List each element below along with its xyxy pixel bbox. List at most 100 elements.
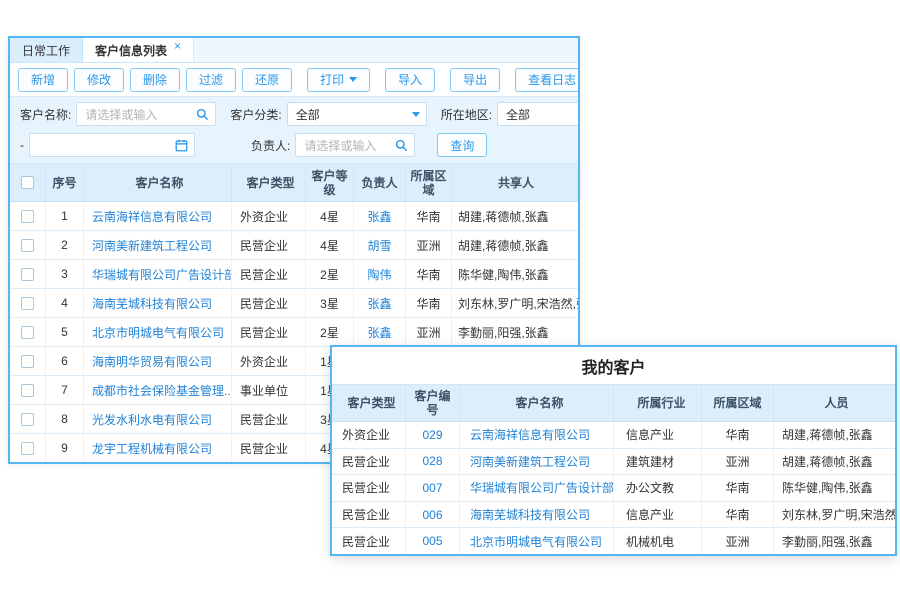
- input-placeholder: 请选择或输入: [85, 106, 157, 123]
- owner-link[interactable]: 陶伟: [354, 260, 406, 288]
- customer-level: 4星: [306, 231, 354, 259]
- row-checkbox[interactable]: [21, 210, 34, 223]
- row-checkbox[interactable]: [21, 326, 34, 339]
- table-row[interactable]: 3 华瑞城有限公司广告设计部 民营企业 2星 陶伟 华南 陈华健,陶伟,张鑫: [10, 260, 578, 289]
- filter-button[interactable]: 过滤: [186, 68, 236, 92]
- people: 陈华健,陶伟,张鑫: [774, 475, 895, 501]
- table-row[interactable]: 民营企业 005 北京市明城电气有限公司 机械机电 亚洲 李勤丽,阳强,张鑫: [332, 528, 895, 554]
- import-button[interactable]: 导入: [385, 68, 435, 92]
- row-checkbox[interactable]: [21, 413, 34, 426]
- button-label: 查询: [450, 137, 474, 154]
- select-all-checkbox[interactable]: [21, 176, 34, 189]
- view-log-button[interactable]: 查看日志: [515, 68, 580, 92]
- tab-daily-work[interactable]: 日常工作: [10, 38, 83, 62]
- calendar-icon[interactable]: [175, 139, 188, 157]
- customer-type: 民营企业: [232, 289, 306, 317]
- customer-name-input[interactable]: 请选择或输入: [76, 102, 216, 126]
- customer-type: 民营企业: [232, 318, 306, 346]
- customer-name-link[interactable]: 北京市明城电气有限公司: [460, 528, 614, 554]
- customer-name-link[interactable]: 云南海祥信息有限公司: [84, 202, 232, 230]
- customer-name-link[interactable]: 云南海祥信息有限公司: [460, 422, 614, 448]
- customer-name-link[interactable]: 海南明华贸易有限公司: [84, 347, 232, 375]
- export-button[interactable]: 导出: [450, 68, 500, 92]
- customer-type: 民营企业: [232, 260, 306, 288]
- row-checkbox[interactable]: [21, 442, 34, 455]
- owner-link[interactable]: 张鑫: [354, 202, 406, 230]
- date-range-dash: -: [20, 138, 24, 152]
- row-checkbox[interactable]: [21, 384, 34, 397]
- table-header: 客户类型 客户编号 客户名称 所属行业 所属区域 人员: [332, 384, 895, 422]
- owner-link[interactable]: 胡雪: [354, 231, 406, 259]
- table-row[interactable]: 1 云南海祥信息有限公司 外资企业 4星 张鑫 华南 胡建,蒋德帧,张鑫: [10, 202, 578, 231]
- row-checkbox[interactable]: [21, 239, 34, 252]
- row-checkbox[interactable]: [21, 297, 34, 310]
- owner-label: 负责人:: [251, 137, 290, 154]
- add-button[interactable]: 新增: [18, 68, 68, 92]
- industry: 信息产业: [614, 422, 702, 448]
- region: 华南: [702, 422, 774, 448]
- table-row[interactable]: 4 海南芜城科技有限公司 民营企业 3星 张鑫 华南 刘东林,罗广明,宋浩然,张…: [10, 289, 578, 318]
- customer-level: 3星: [306, 289, 354, 317]
- customer-code-link[interactable]: 007: [406, 475, 460, 501]
- edit-button[interactable]: 修改: [74, 68, 124, 92]
- close-tab-icon[interactable]: ×: [174, 41, 181, 51]
- customer-name-link[interactable]: 龙宇工程机械有限公司: [84, 434, 232, 462]
- print-button[interactable]: 打印: [307, 68, 370, 92]
- delete-button[interactable]: 删除: [130, 68, 180, 92]
- customer-name-link[interactable]: 华瑞城有限公司广告设计部: [460, 475, 614, 501]
- table-row[interactable]: 民营企业 007 华瑞城有限公司广告设计部 办公文教 华南 陈华健,陶伟,张鑫: [332, 475, 895, 502]
- restore-button[interactable]: 还原: [242, 68, 292, 92]
- filter-row-2: - 负责人: 请选择或输入 查询: [20, 132, 578, 158]
- table-row[interactable]: 5 北京市明城电气有限公司 民营企业 2星 张鑫 亚洲 李勤丽,阳强,张鑫: [10, 318, 578, 347]
- chevron-down-icon: [349, 77, 357, 82]
- customer-code-link[interactable]: 029: [406, 422, 460, 448]
- customer-code-link[interactable]: 028: [406, 449, 460, 475]
- shared-people: 李勤丽,阳强,张鑫: [452, 318, 578, 346]
- people: 胡建,蒋德帧,张鑫: [774, 449, 895, 475]
- filter-row-1: 客户名称: 请选择或输入 客户分类: 全部 所在地区: 全部: [20, 101, 578, 127]
- owner-link[interactable]: 张鑫: [354, 289, 406, 317]
- customer-name-link[interactable]: 河南美新建筑工程公司: [84, 231, 232, 259]
- customer-code-link[interactable]: 005: [406, 528, 460, 554]
- button-label: 导出: [463, 71, 487, 88]
- customer-name-link[interactable]: 成都市社会保险基金管理...: [84, 376, 232, 404]
- row-index: 3: [46, 260, 84, 288]
- customer-name-link[interactable]: 华瑞城有限公司广告设计部: [84, 260, 232, 288]
- category-select[interactable]: 全部: [287, 102, 427, 126]
- industry: 办公文教: [614, 475, 702, 501]
- customer-name-link[interactable]: 海南芜城科技有限公司: [84, 289, 232, 317]
- customer-type: 外资企业: [232, 202, 306, 230]
- tab-customer-list[interactable]: 客户信息列表 ×: [83, 38, 194, 62]
- owner-input[interactable]: 请选择或输入: [295, 133, 415, 157]
- customer-name-link[interactable]: 河南美新建筑工程公司: [460, 449, 614, 475]
- customer-level: 4星: [306, 202, 354, 230]
- table-row[interactable]: 民营企业 006 海南芜城科技有限公司 信息产业 华南 刘东林,罗广明,宋浩然.…: [332, 502, 895, 529]
- column-header: 所属区域: [702, 385, 774, 421]
- industry: 建筑建材: [614, 449, 702, 475]
- button-label: 导入: [398, 71, 422, 88]
- customer-name-link[interactable]: 海南芜城科技有限公司: [460, 502, 614, 528]
- table-row[interactable]: 2 河南美新建筑工程公司 民营企业 4星 胡雪 亚洲 胡建,蒋德帧,张鑫: [10, 231, 578, 260]
- window-title: 我的客户: [332, 347, 895, 384]
- area-select[interactable]: 全部: [497, 102, 578, 126]
- customer-name-link[interactable]: 北京市明城电气有限公司: [84, 318, 232, 346]
- shared-people: 刘东林,罗广明,宋浩然,张鑫: [452, 289, 578, 317]
- search-icon[interactable]: [395, 139, 408, 157]
- customer-type: 民营企业: [332, 475, 406, 501]
- search-icon[interactable]: [196, 108, 209, 126]
- table-row[interactable]: 外资企业 029 云南海祥信息有限公司 信息产业 华南 胡建,蒋德帧,张鑫: [332, 422, 895, 449]
- column-header: 所属行业: [614, 385, 702, 421]
- tab-label: 日常工作: [22, 42, 70, 59]
- customer-name-link[interactable]: 光发水利水电有限公司: [84, 405, 232, 433]
- region: 亚洲: [702, 449, 774, 475]
- row-checkbox[interactable]: [21, 268, 34, 281]
- table-row[interactable]: 民营企业 028 河南美新建筑工程公司 建筑建材 亚洲 胡建,蒋德帧,张鑫: [332, 449, 895, 476]
- customer-type: 民营企业: [332, 502, 406, 528]
- date-input[interactable]: [29, 133, 195, 157]
- customer-code-link[interactable]: 006: [406, 502, 460, 528]
- query-button[interactable]: 查询: [437, 133, 487, 157]
- owner-link[interactable]: 张鑫: [354, 318, 406, 346]
- industry: 信息产业: [614, 502, 702, 528]
- row-checkbox[interactable]: [21, 355, 34, 368]
- button-label: 删除: [143, 71, 167, 88]
